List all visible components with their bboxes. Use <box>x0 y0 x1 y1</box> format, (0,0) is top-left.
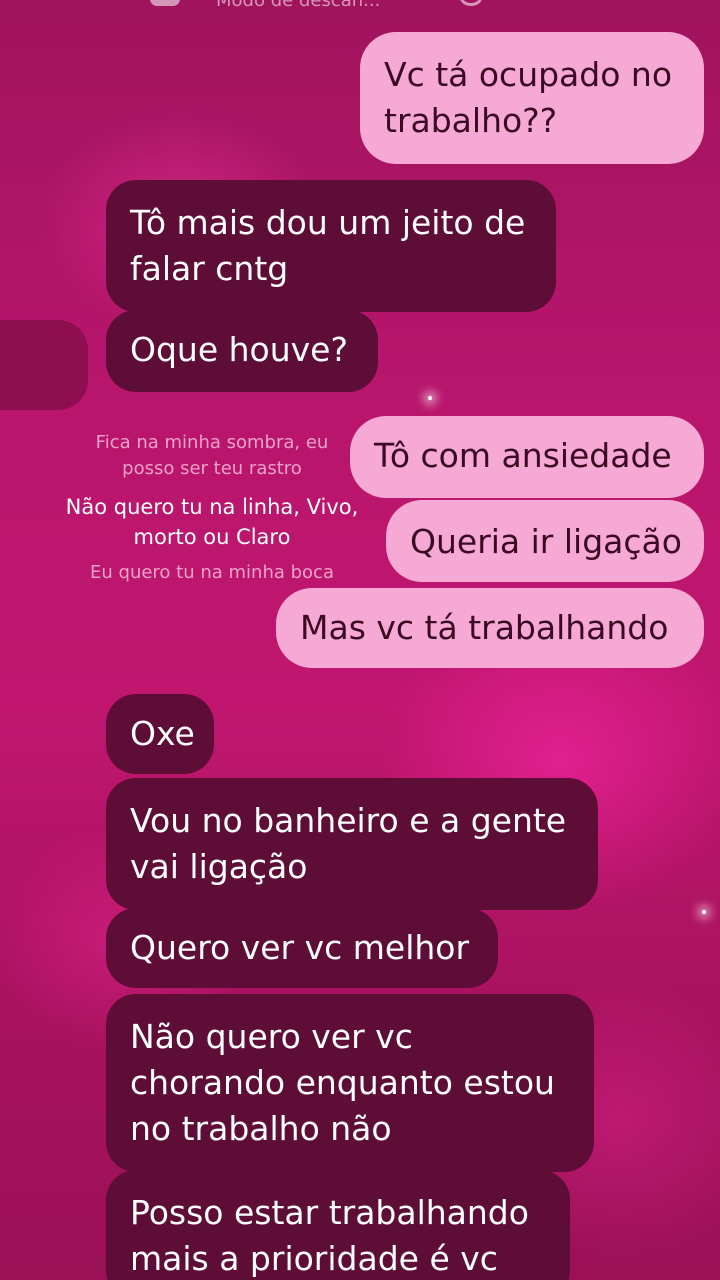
message-line: Não quero ver vc <box>130 1017 413 1056</box>
message-line: Queria ir ligação <box>410 522 682 561</box>
lyric-line: posso ser teu rastro <box>122 458 302 479</box>
message-bubble-incoming[interactable]: Não quero ver vc chorando enquanto estou… <box>106 994 594 1172</box>
sparkle-decoration <box>428 396 432 400</box>
message-line: Vc tá ocupado no <box>384 55 673 94</box>
message-line: no trabalho não <box>130 1109 392 1148</box>
message-bubble-outgoing[interactable]: Tô com ansiedade <box>350 416 704 498</box>
message-bubble-incoming[interactable]: Oque houve? <box>106 310 378 392</box>
sparkle-decoration <box>702 910 706 914</box>
partial-bubble-left <box>0 320 88 410</box>
message-bubble-incoming[interactable]: Tô mais dou um jeito de falar cntg <box>106 180 556 312</box>
message-line: vai ligação <box>130 847 308 886</box>
message-bubble-outgoing[interactable]: Mas vc tá trabalhando <box>276 588 704 668</box>
lyric-line: Fica na minha sombra, eu <box>95 432 329 453</box>
message-line: falar cntg <box>130 249 289 288</box>
message-bubble-incoming[interactable]: Quero ver vc melhor <box>106 908 498 988</box>
message-line: Oxe <box>130 714 195 753</box>
message-bubble-incoming[interactable]: Vou no banheiro e a gente vai ligação <box>106 778 598 910</box>
lyric-line-current: Não quero tu na linha, Vivo, <box>65 495 359 519</box>
message-line: Quero ver vc melhor <box>130 928 470 967</box>
message-line: Posso estar trabalhando <box>130 1193 529 1232</box>
message-bubble-incoming[interactable]: Oxe <box>106 694 214 774</box>
message-line: chorando enquanto estou <box>130 1063 555 1102</box>
status-indicator-icon <box>460 0 482 6</box>
status-bar: Modo de descan... <box>0 0 720 16</box>
message-line: Tô com ansiedade <box>374 436 672 475</box>
message-bubble-outgoing[interactable]: Vc tá ocupado no trabalho?? <box>360 32 704 164</box>
status-mode-text: Modo de descan... <box>216 0 381 11</box>
message-bubble-incoming[interactable]: Posso estar trabalhando mais a prioridad… <box>106 1170 570 1280</box>
message-line: Vou no banheiro e a gente <box>130 801 567 840</box>
message-line: mais a prioridade é vc <box>130 1239 498 1278</box>
message-line: Oque houve? <box>130 330 348 369</box>
message-bubble-outgoing[interactable]: Queria ir ligação <box>386 500 704 582</box>
message-line: Tô mais dou um jeito de <box>130 203 526 242</box>
message-line: Mas vc tá trabalhando <box>300 608 669 647</box>
lyric-line: Eu quero tu na minha boca <box>90 562 334 583</box>
message-line: trabalho?? <box>384 101 558 140</box>
lyric-line-current: morto ou Claro <box>133 525 291 549</box>
do-not-disturb-icon <box>150 0 180 6</box>
